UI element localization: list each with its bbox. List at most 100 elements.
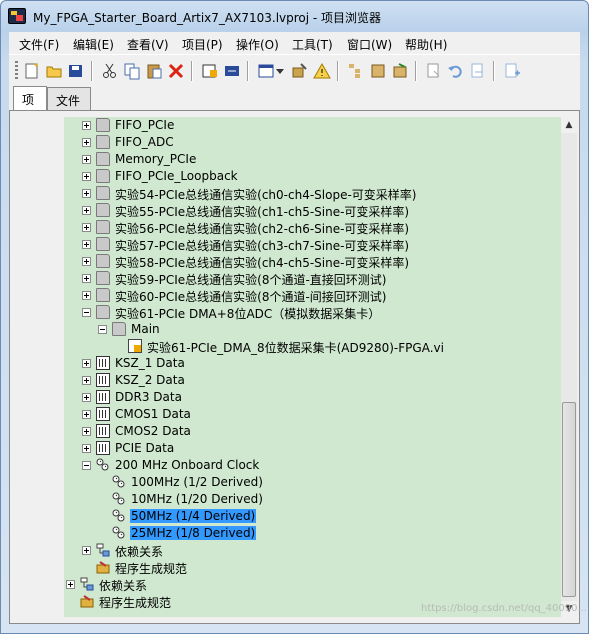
expand-icon[interactable] <box>82 155 91 164</box>
new-icon[interactable] <box>23 62 41 80</box>
tree-item-label: KSZ_1 Data <box>115 356 185 370</box>
view-icon[interactable] <box>257 62 275 80</box>
tree-row[interactable]: 25MHz (1/8 Derived) <box>64 525 561 542</box>
menu-help[interactable]: 帮助(H) <box>405 36 447 53</box>
open-icon[interactable] <box>45 62 63 80</box>
chip-icon <box>96 424 110 438</box>
tree-row[interactable]: 程序生成规范 <box>64 559 561 576</box>
deploy-icon[interactable] <box>223 62 241 80</box>
tree-row[interactable]: 实验55-PCIe总线通信实验(ch1-ch5-Sine-可变采样率) <box>64 202 561 219</box>
menu-operate[interactable]: 操作(O) <box>236 36 279 53</box>
expand-icon[interactable] <box>82 257 91 266</box>
menu-project[interactable]: 项目(P) <box>182 36 223 53</box>
delete-icon[interactable] <box>167 62 185 80</box>
add-icon[interactable] <box>503 62 521 80</box>
expand-icon[interactable] <box>82 410 91 419</box>
tree-row[interactable]: 实验54-PCIe总线通信实验(ch0-ch4-Slope-可变采样率) <box>64 185 561 202</box>
expand-icon[interactable] <box>82 138 91 147</box>
redo-icon[interactable] <box>469 62 487 80</box>
menu-tools[interactable]: 工具(T) <box>292 36 333 53</box>
menu-file[interactable]: 文件(F) <box>19 36 59 53</box>
tree3-icon[interactable] <box>391 62 409 80</box>
tree1-icon[interactable] <box>347 62 365 80</box>
tree-item-label: Main <box>131 322 160 336</box>
tree-row[interactable]: 实验59-PCIe总线通信实验(8个通道-直接回环测试) <box>64 270 561 287</box>
expand-icon[interactable] <box>82 240 91 249</box>
project-tree[interactable]: FIFO_PCIe FIFO_ADC Memory_PCIe FIFO_PCIe_Lo… <box>64 117 561 617</box>
tree-row[interactable]: 实验56-PCIe总线通信实验(ch2-ch6-Sine-可变采样率) <box>64 219 561 236</box>
filter-icon[interactable] <box>291 62 309 80</box>
copy-icon[interactable] <box>123 62 141 80</box>
expand-icon[interactable] <box>82 427 91 436</box>
expand-icon[interactable] <box>82 172 91 181</box>
tree-row[interactable]: 100MHz (1/2 Derived) <box>64 474 561 491</box>
tree-row[interactable]: FIFO_ADC <box>64 134 561 151</box>
expand-icon[interactable] <box>82 546 91 555</box>
tree-row[interactable]: FIFO_PCIe_Loopback <box>64 168 561 185</box>
tree-row[interactable]: KSZ_2 Data <box>64 372 561 389</box>
tree-row[interactable]: 实验61-PCIe DMA+8位ADC（模拟数据采集卡） <box>64 304 561 321</box>
expand-icon[interactable] <box>82 376 91 385</box>
scroll-thumb[interactable] <box>562 402 576 597</box>
collapse-icon[interactable] <box>82 308 91 317</box>
tree-row[interactable]: FIFO_PCIe <box>64 117 561 134</box>
menu-edit[interactable]: 编辑(E) <box>73 36 114 53</box>
folder-icon <box>96 118 110 132</box>
tree-row[interactable]: 10MHz (1/20 Derived) <box>64 491 561 508</box>
scroll-up-icon[interactable]: ▲ <box>561 117 577 133</box>
expand-icon[interactable] <box>82 121 91 130</box>
expand-icon[interactable] <box>82 274 91 283</box>
tree-row[interactable]: PCIE Data <box>64 440 561 457</box>
toolbar-grip[interactable] <box>15 61 18 81</box>
expand-icon[interactable] <box>66 580 75 589</box>
tree-row[interactable]: Memory_PCIe <box>64 151 561 168</box>
tree2-icon[interactable] <box>369 62 387 80</box>
paste-icon[interactable] <box>145 62 163 80</box>
title-bar[interactable]: My_FPGA_Starter_Board_Artix7_AX7103.lvpr… <box>1 1 588 31</box>
expand-icon[interactable] <box>82 291 91 300</box>
tree-row[interactable]: 50MHz (1/4 Derived) <box>64 508 561 525</box>
tab-files[interactable]: 文件 <box>47 87 91 110</box>
tree-row[interactable]: CMOS1 Data <box>64 406 561 423</box>
collapse-icon[interactable] <box>82 461 91 470</box>
vertical-scrollbar[interactable]: ▲ ▼ <box>561 117 577 617</box>
tree-item-label: 200 MHz Onboard Clock <box>115 458 260 472</box>
menu-view[interactable]: 查看(V) <box>127 36 169 53</box>
menu-window[interactable]: 窗口(W) <box>347 36 392 53</box>
tree-row[interactable]: Main <box>64 321 561 338</box>
collapse-icon[interactable] <box>98 325 107 334</box>
tree-item-label: PCIE Data <box>115 441 175 455</box>
tree-row[interactable]: KSZ_1 Data <box>64 355 561 372</box>
expand-icon[interactable] <box>82 189 91 198</box>
tree-row[interactable]: 200 MHz Onboard Clock <box>64 457 561 474</box>
refresh-icon[interactable] <box>425 62 443 80</box>
chip-icon <box>96 373 110 387</box>
tree-row[interactable]: 实验60-PCIe总线通信实验(8个通道-间接回环测试) <box>64 287 561 304</box>
expand-icon[interactable] <box>82 444 91 453</box>
tree-item-label: DDR3 Data <box>115 390 182 404</box>
tree-item-label: 实验57-PCIe总线通信实验(ch3-ch7-Sine-可变采样率) <box>115 239 410 253</box>
tree-row[interactable]: 实验57-PCIe总线通信实验(ch3-ch7-Sine-可变采样率) <box>64 236 561 253</box>
tree-row[interactable]: CMOS2 Data <box>64 423 561 440</box>
tree-row[interactable]: 依赖关系 <box>64 576 561 593</box>
tree-item-label: 实验55-PCIe总线通信实验(ch1-ch5-Sine-可变采样率) <box>115 205 410 219</box>
save-all-icon[interactable] <box>67 62 85 80</box>
expand-icon[interactable] <box>82 359 91 368</box>
cut-icon[interactable] <box>101 62 119 80</box>
deps-icon <box>96 543 110 557</box>
tree-row[interactable]: 实验58-PCIe总线通信实验(ch4-ch5-Sine-可变采样率) <box>64 253 561 270</box>
build-icon[interactable] <box>201 62 219 80</box>
warning-icon[interactable] <box>313 62 331 80</box>
dropdown-icon[interactable] <box>275 62 285 80</box>
tree-row[interactable]: DDR3 Data <box>64 389 561 406</box>
labview-project-icon <box>8 8 26 24</box>
tab-items[interactable]: 项 <box>13 86 47 110</box>
undo-icon[interactable] <box>447 62 465 80</box>
expand-icon[interactable] <box>82 206 91 215</box>
tree-row[interactable]: 实验61-PCIe_DMA_8位数据采集卡(AD9280)-FPGA.vi <box>64 338 561 355</box>
expand-icon[interactable] <box>82 223 91 232</box>
toolbar-separator <box>247 61 249 81</box>
tree-item-label: CMOS2 Data <box>115 424 191 438</box>
tree-row[interactable]: 依赖关系 <box>64 542 561 559</box>
expand-icon[interactable] <box>82 393 91 402</box>
